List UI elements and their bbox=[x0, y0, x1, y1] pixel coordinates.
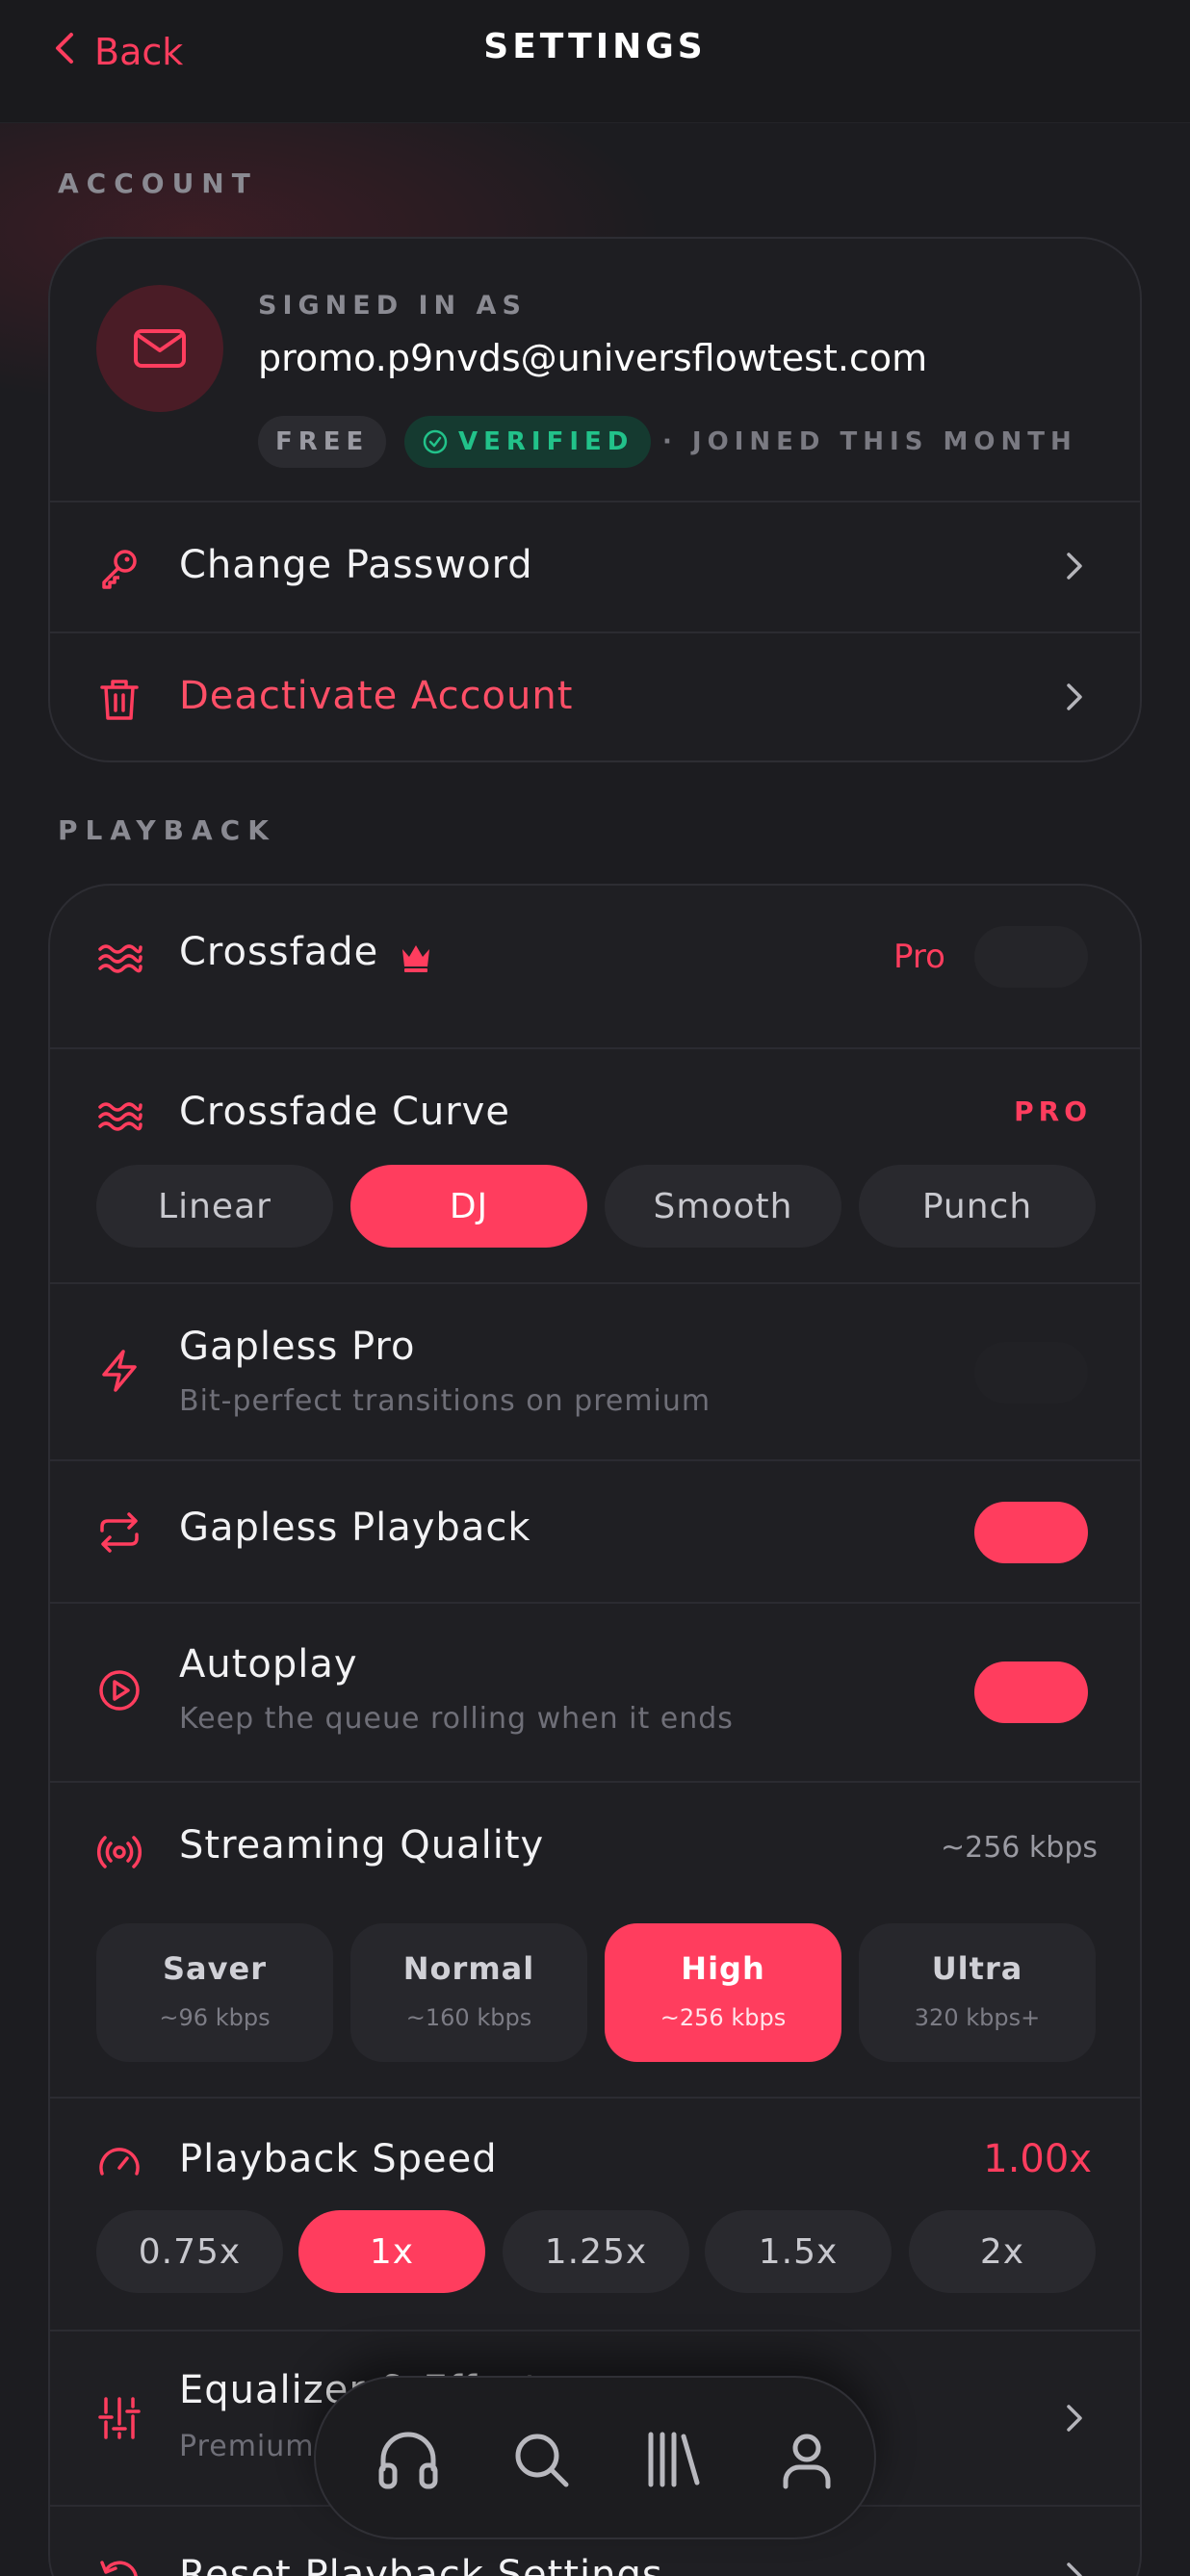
streaming-quality-value: ~256 kbps bbox=[940, 1831, 1098, 1865]
sliders-icon bbox=[96, 2395, 142, 2441]
chevron-right-icon bbox=[1061, 547, 1088, 585]
crossfade-toggle[interactable] bbox=[974, 926, 1088, 988]
gauge-icon bbox=[96, 2141, 142, 2187]
crossfade-label: Crossfade bbox=[179, 930, 379, 974]
section-label-playback: PLAYBACK bbox=[58, 814, 276, 846]
trash-icon bbox=[96, 676, 142, 722]
gapless-pro-subtitle: Bit-perfect transitions on premium bbox=[179, 1384, 711, 1418]
autoplay-subtitle: Keep the queue rolling when it ends bbox=[179, 1702, 734, 1736]
key-icon bbox=[96, 545, 142, 591]
quality-option-name: Saver bbox=[163, 1950, 267, 1987]
headphones-icon[interactable] bbox=[370, 2421, 447, 2498]
speed-option-1-25x[interactable]: 1.25x bbox=[503, 2210, 689, 2293]
gapless-pro-label: Gapless Pro bbox=[179, 1325, 416, 1369]
search-icon[interactable] bbox=[503, 2421, 580, 2498]
page-title: SETTINGS bbox=[483, 27, 707, 66]
verified-badge: VERIFIED bbox=[404, 416, 652, 468]
account-card: SIGNED IN AS promo.p9nvds@universflowtes… bbox=[48, 237, 1142, 762]
change-password-row[interactable]: Change Password bbox=[50, 501, 1140, 631]
quality-option-bitrate: ~160 kbps bbox=[405, 2004, 532, 2031]
crossfade-row[interactable]: Crossfade Pro bbox=[50, 886, 1140, 1047]
crossfade-curve-row: Crossfade Curve PRO Linear DJ Smooth Pun… bbox=[50, 1047, 1140, 1282]
gapless-pro-toggle[interactable] bbox=[974, 1342, 1088, 1404]
repeat-icon bbox=[96, 1509, 142, 1556]
curve-option-linear[interactable]: Linear bbox=[96, 1165, 333, 1248]
check-circle-icon bbox=[423, 429, 448, 454]
account-email: promo.p9nvds@universflowtest.com bbox=[258, 337, 928, 379]
curve-option-punch[interactable]: Punch bbox=[859, 1165, 1096, 1248]
waves-icon bbox=[96, 1094, 142, 1140]
section-label-account: ACCOUNT bbox=[58, 167, 258, 199]
quality-option-bitrate: ~256 kbps bbox=[660, 2004, 787, 2031]
reset-playback-label: Reset Playback Settings bbox=[179, 2553, 663, 2576]
gapless-playback-row[interactable]: Gapless Playback bbox=[50, 1459, 1140, 1602]
crown-icon bbox=[397, 938, 435, 976]
crossfade-curve-pro-badge: PRO bbox=[1014, 1095, 1092, 1127]
quality-option-bitrate: 320 kbps+ bbox=[914, 2004, 1041, 2031]
change-password-label: Change Password bbox=[179, 543, 533, 587]
quality-option-name: Normal bbox=[402, 1950, 535, 1987]
crossfade-pro-badge: Pro bbox=[893, 938, 945, 976]
playback-speed-value: 1.00x bbox=[983, 2137, 1092, 2181]
lightning-icon bbox=[96, 1348, 142, 1394]
speed-option-1-5x[interactable]: 1.5x bbox=[705, 2210, 892, 2293]
joined-text: · JOINED THIS MONTH bbox=[662, 427, 1077, 456]
plan-badge: FREE bbox=[258, 416, 387, 468]
library-icon[interactable] bbox=[635, 2421, 712, 2498]
signed-in-label: SIGNED IN AS bbox=[258, 291, 527, 321]
bottom-nav bbox=[314, 2376, 876, 2539]
gapless-pro-row[interactable]: Gapless Pro Bit-perfect transitions on p… bbox=[50, 1282, 1140, 1459]
verified-label: VERIFIED bbox=[458, 427, 634, 456]
quality-option-high[interactable]: High ~256 kbps bbox=[605, 1923, 841, 2062]
autoplay-toggle[interactable] bbox=[974, 1662, 1088, 1723]
playback-speed-label: Playback Speed bbox=[179, 2137, 498, 2181]
streaming-quality-row: Streaming Quality ~256 kbps Saver ~96 kb… bbox=[50, 1781, 1140, 2097]
top-bar: Back SETTINGS bbox=[0, 0, 1190, 123]
curve-option-dj[interactable]: DJ bbox=[350, 1165, 587, 1248]
quality-option-normal[interactable]: Normal ~160 kbps bbox=[350, 1923, 587, 2062]
deactivate-account-label: Deactivate Account bbox=[179, 674, 574, 718]
gapless-playback-label: Gapless Playback bbox=[179, 1506, 531, 1550]
playback-card: Crossfade Pro Crossfade Curve PRO Linear… bbox=[48, 884, 1142, 2576]
streaming-quality-label: Streaming Quality bbox=[179, 1823, 545, 1868]
quality-option-name: Ultra bbox=[931, 1950, 1023, 1987]
quality-option-saver[interactable]: Saver ~96 kbps bbox=[96, 1923, 333, 2062]
crossfade-curve-label: Crossfade Curve bbox=[179, 1090, 510, 1134]
autoplay-label: Autoplay bbox=[179, 1642, 358, 1687]
broadcast-icon bbox=[96, 1829, 142, 1875]
chevron-right-icon bbox=[1061, 678, 1088, 716]
profile-icon[interactable] bbox=[768, 2421, 845, 2498]
speed-option-2x[interactable]: 2x bbox=[909, 2210, 1096, 2293]
mail-icon bbox=[134, 329, 186, 368]
gapless-playback-toggle[interactable] bbox=[974, 1502, 1088, 1563]
autoplay-row[interactable]: Autoplay Keep the queue rolling when it … bbox=[50, 1602, 1140, 1781]
speed-option-0-75x[interactable]: 0.75x bbox=[96, 2210, 283, 2293]
playback-speed-row: Playback Speed 1.00x 0.75x 1x 1.25x 1.5x… bbox=[50, 2097, 1140, 2330]
curve-option-smooth[interactable]: Smooth bbox=[605, 1165, 841, 1248]
chevron-right-icon bbox=[1061, 2557, 1088, 2576]
reset-icon bbox=[96, 2557, 142, 2576]
deactivate-account-row[interactable]: Deactivate Account bbox=[50, 631, 1140, 760]
avatar bbox=[96, 285, 223, 412]
play-circle-icon bbox=[96, 1667, 142, 1713]
quality-option-ultra[interactable]: Ultra 320 kbps+ bbox=[859, 1923, 1096, 2062]
chevron-right-icon bbox=[1061, 2399, 1088, 2437]
quality-option-bitrate: ~96 kbps bbox=[159, 2004, 271, 2031]
speed-option-1x[interactable]: 1x bbox=[298, 2210, 485, 2293]
waves-icon bbox=[96, 936, 142, 982]
quality-option-name: High bbox=[681, 1950, 765, 1987]
